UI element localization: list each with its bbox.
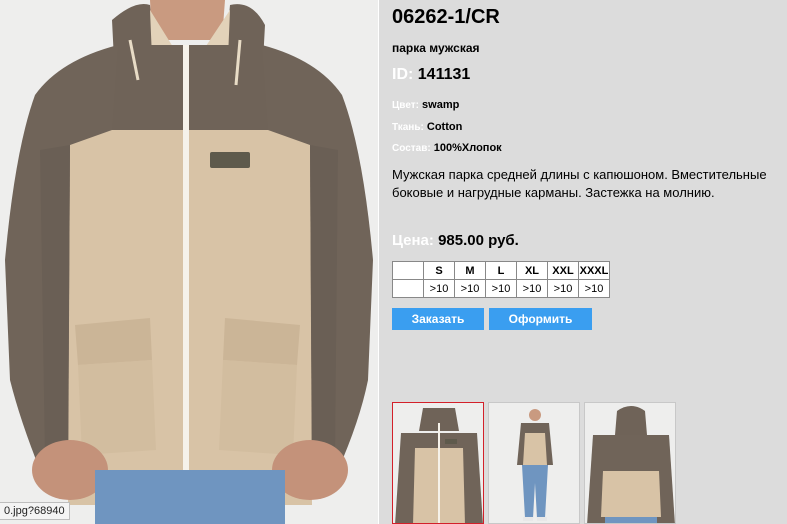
product-description: Мужская парка средней длины с капюшоном.… [392, 167, 767, 200]
color-value: swamp [422, 99, 460, 111]
size-header: XL [516, 261, 548, 280]
stock-corner-cell [392, 279, 424, 298]
composition-label: Состав: [392, 143, 431, 154]
size-header: XXL [547, 261, 579, 280]
order-button[interactable]: Заказать [392, 308, 484, 330]
main-product-image: 0.jpg?68940 [0, 0, 378, 524]
thumbnail-fullbody[interactable] [488, 402, 580, 524]
price: Цена: 985.00 руб. [392, 232, 519, 249]
id-label: ID: [392, 66, 414, 83]
fabric-attribute: Ткань: Cotton [392, 121, 462, 133]
color-attribute: Цвет: swamp [392, 99, 459, 111]
size-stock-cell[interactable]: >10 [516, 279, 548, 298]
size-stock-cell[interactable]: >10 [485, 279, 517, 298]
size-stock-cell[interactable]: >10 [423, 279, 455, 298]
size-stock-cell[interactable]: >10 [578, 279, 610, 298]
color-label: Цвет: [392, 100, 419, 111]
thumbnail-back-image [585, 403, 675, 523]
thumbnail-front-selected[interactable] [392, 402, 484, 524]
id-value: 141131 [417, 66, 471, 83]
size-stock-cell[interactable]: >10 [454, 279, 486, 298]
product-code: 06262-1/CR [392, 6, 500, 28]
size-table: S M L XL XXL XXXL >10 >10 >10 >10 >10 >1… [392, 261, 610, 298]
thumbnail-front-image [393, 403, 483, 523]
price-label: Цена: [392, 232, 434, 249]
thumbnail-back[interactable] [584, 402, 676, 524]
size-corner-cell [392, 261, 424, 280]
size-header-row: S M L XL XXL XXXL [392, 261, 610, 280]
product-id: ID: 141131 [392, 66, 470, 84]
size-header: S [423, 261, 455, 280]
composition-attribute: Состав: 100%Хлопок [392, 142, 502, 154]
price-value: 985.00 руб. [438, 232, 519, 249]
fabric-value: Cotton [426, 121, 463, 133]
size-header: L [485, 261, 517, 280]
composition-value: 100%Хлопок [433, 142, 502, 154]
thumbnail-fullbody-image [489, 403, 579, 523]
size-stock-row: >10 >10 >10 >10 >10 >10 [392, 279, 610, 298]
product-name: парка мужская [392, 41, 480, 55]
size-header: M [454, 261, 486, 280]
product-info-panel: 06262-1/CR парка мужская ID: 141131 Цвет… [379, 0, 787, 524]
image-url-tooltip: 0.jpg?68940 [0, 502, 70, 520]
size-header: XXXL [578, 261, 610, 280]
checkout-button[interactable]: Оформить [489, 308, 592, 330]
fabric-label: Ткань: [392, 122, 424, 133]
size-stock-cell[interactable]: >10 [547, 279, 579, 298]
